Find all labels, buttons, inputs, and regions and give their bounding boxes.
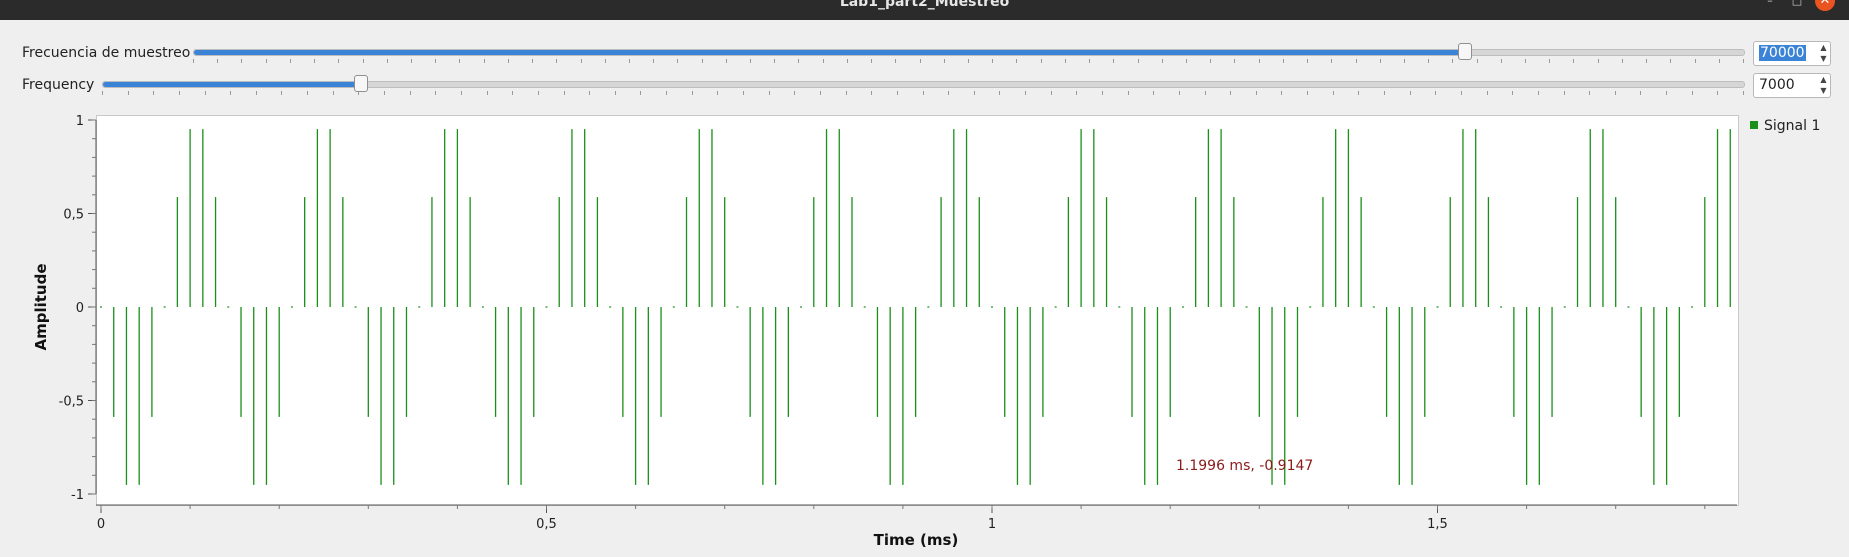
cursor-readout: 1.1996 ms, -0.9147 — [1176, 458, 1313, 474]
y-tick-label: -0,5 — [59, 395, 84, 410]
x-axis-label: Time (ms) — [874, 531, 959, 549]
x-tick-label: 1,5 — [1427, 517, 1448, 532]
y-axis: 1 0,5 0 -0,5 -1 — [59, 114, 97, 503]
time-plot[interactable]: 1 0,5 0 -0,5 -1 0 0,5 1 1,5 Amplitude Time (ms)… — [0, 0, 1849, 557]
x-tick-label: 0 — [97, 517, 105, 532]
x-axis: 0 0,5 1 1,5 — [96, 504, 1737, 532]
y-axis-label: Amplitude — [32, 263, 50, 350]
y-tick-label: 0,5 — [63, 208, 84, 223]
y-tick-label: 0 — [76, 301, 84, 316]
legend[interactable]: Signal 1 — [1750, 118, 1820, 134]
legend-swatch — [1750, 121, 1758, 129]
y-tick-label: -1 — [71, 488, 84, 503]
signal-stems — [100, 129, 1731, 485]
x-tick-label: 1 — [988, 517, 996, 532]
legend-label: Signal 1 — [1764, 118, 1821, 134]
y-tick-label: 1 — [76, 114, 84, 129]
x-tick-label: 0,5 — [536, 517, 557, 532]
